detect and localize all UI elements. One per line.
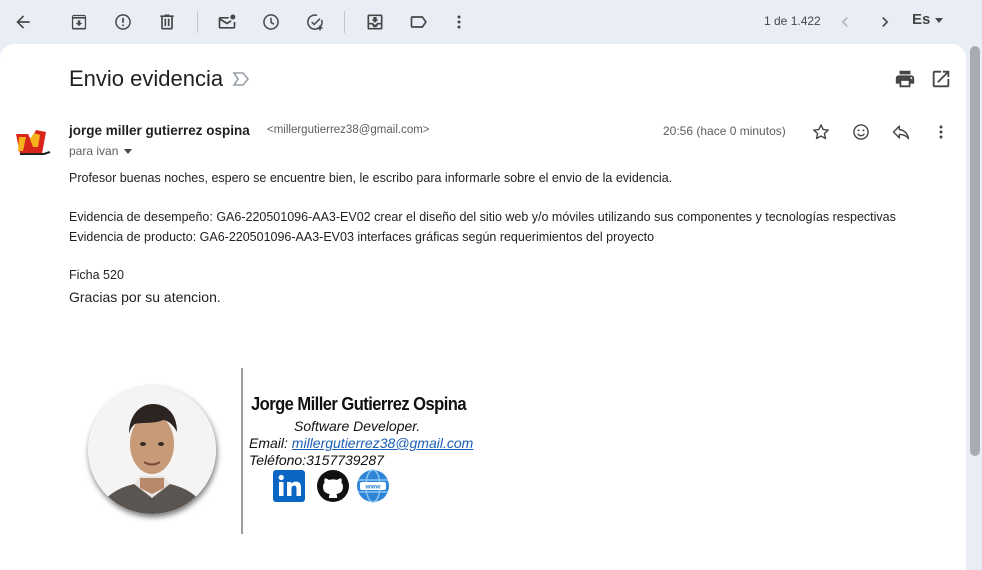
sender-name[interactable]: jorge miller gutierrez ospina: [69, 123, 250, 138]
older-button[interactable]: [869, 6, 901, 38]
toolbar: 1 de 1.422 Es: [0, 0, 982, 44]
open-new-window-button[interactable]: [930, 68, 952, 90]
portrait-image: [88, 386, 216, 514]
message-panel: Envio evidencia jorge miller gutierrez o…: [0, 44, 966, 570]
star-icon: [813, 124, 829, 140]
report-spam-button[interactable]: [107, 6, 139, 38]
more-vert-icon: [939, 125, 943, 139]
more-vert-icon: [457, 15, 461, 29]
importance-marker-icon[interactable]: [232, 71, 250, 87]
label-button[interactable]: [403, 6, 435, 38]
message-more-button[interactable]: [929, 120, 953, 144]
recipients-toggle[interactable]: para ivan: [69, 144, 133, 158]
signature-name: Jorge Miller Gutierrez Ospina: [251, 394, 467, 414]
body-paragraph: Ficha 520: [69, 268, 124, 282]
signature-email-line: Email: millergutierrez38@gmail.com: [249, 435, 473, 451]
clock-icon: [263, 14, 279, 30]
move-to-icon: [367, 14, 383, 30]
more-options-button[interactable]: [443, 6, 475, 38]
snooze-button[interactable]: [255, 6, 287, 38]
sender-avatar[interactable]: [14, 128, 52, 158]
archive-icon: [71, 14, 87, 30]
caret-down-icon: [935, 17, 944, 23]
arrow-left-icon: [16, 15, 30, 29]
reply-icon: [892, 125, 910, 140]
back-button[interactable]: [7, 6, 39, 38]
report-icon: [115, 14, 131, 30]
signature-divider: [241, 368, 243, 534]
github-icon[interactable]: [316, 469, 350, 503]
reply-button[interactable]: [889, 120, 913, 144]
svg-text:www: www: [364, 484, 381, 491]
linkedin-icon[interactable]: [272, 469, 306, 503]
toolbar-divider: [344, 11, 345, 33]
sender-email: <millergutierrez38@gmail.com>: [267, 124, 430, 136]
mail-dot-icon: [218, 14, 236, 29]
caret-down-icon: [124, 149, 133, 154]
signature-photo: [88, 386, 216, 514]
language-label: Es: [912, 11, 931, 28]
signature-email-link[interactable]: millergutierrez38@gmail.com: [292, 435, 474, 451]
email-subject: Envio evidencia: [69, 66, 224, 91]
chevron-right-icon: [882, 17, 889, 27]
mark-unread-button[interactable]: [211, 6, 243, 38]
body-paragraph: Gracias por su atencion.: [69, 289, 221, 305]
move-to-button[interactable]: [359, 6, 391, 38]
chevron-left-icon: [841, 17, 848, 27]
smiley-icon: [853, 124, 869, 140]
trash-icon: [160, 14, 174, 30]
timestamp: 20:56 (hace 0 minutos): [663, 124, 786, 138]
pager-text: 1 de 1.422: [764, 14, 821, 28]
signature-role: Software Developer.: [294, 418, 421, 434]
label-icon: [410, 16, 427, 28]
open-in-new-icon: [932, 70, 950, 88]
emoji-reaction-button[interactable]: [849, 120, 873, 144]
body-paragraph: Profesor buenas noches, espero se encuen…: [69, 171, 673, 185]
newer-button[interactable]: [829, 6, 861, 38]
toolbar-divider: [197, 11, 198, 33]
print-button[interactable]: [894, 68, 916, 90]
add-task-button[interactable]: [299, 6, 331, 38]
recipients-text: para ivan: [69, 144, 119, 158]
printer-icon: [895, 70, 915, 88]
signature-phone: Teléfono:3157739287: [249, 452, 384, 468]
add-task-icon: [307, 14, 323, 31]
delete-button[interactable]: [151, 6, 183, 38]
website-icon[interactable]: www: [356, 469, 390, 503]
body-paragraph: Evidencia de desempeño: GA6-220501096-AA…: [69, 210, 896, 224]
star-button[interactable]: [809, 120, 833, 144]
archive-button[interactable]: [63, 6, 95, 38]
body-paragraph: Evidencia de producto: GA6-220501096-AA3…: [69, 230, 655, 244]
language-select[interactable]: Es: [912, 11, 944, 28]
scrollbar-thumb[interactable]: [970, 46, 980, 456]
signature-email-label: Email:: [249, 435, 292, 451]
